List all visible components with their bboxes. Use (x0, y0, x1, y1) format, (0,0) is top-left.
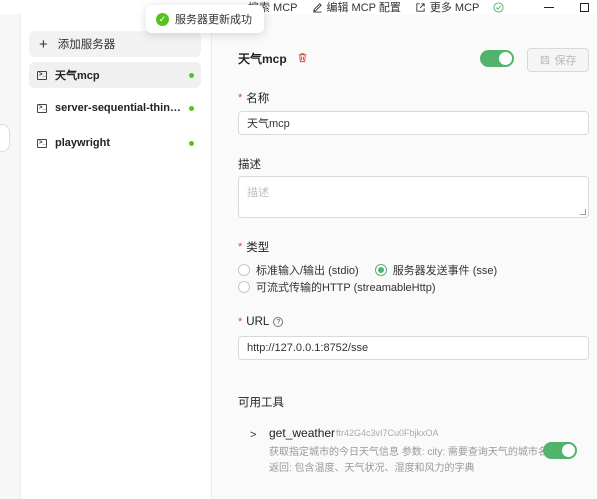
terminal-icon: >_ (37, 103, 47, 113)
tools-label-text: 可用工具 (238, 397, 284, 409)
delete-server-button[interactable] (297, 52, 308, 66)
toolbar-actions: 搜索 MCP 编辑 MCP 配置 更多 MCP (248, 0, 504, 14)
more-mcp-button[interactable]: 更多 MCP (415, 0, 480, 15)
radio-circle (238, 281, 250, 293)
required-mark: * (238, 92, 243, 104)
resize-handle-icon[interactable] (580, 209, 586, 215)
toggle-knob (562, 444, 575, 457)
type-option-label: 标准输入/输出 (stdio) (256, 265, 359, 277)
add-server-label: 添加服务器 (57, 39, 116, 51)
server-item-sequential-thinking[interactable]: >_ server-sequential-thinking (29, 95, 201, 121)
description-textarea[interactable]: 描述 (238, 176, 589, 218)
type-radio-row-2: 可流式传输的HTTP (streamableHttp) (238, 279, 436, 295)
trash-icon (298, 52, 306, 62)
save-button[interactable]: 保存 (527, 48, 589, 72)
toast-message: 服务器更新成功 (175, 14, 252, 26)
success-toast: ✓ 服务器更新成功 (146, 5, 264, 33)
terminal-icon: >_ (37, 138, 47, 148)
tools-section-label: 可用工具 (238, 394, 284, 410)
top-bar: 搜索 MCP 编辑 MCP 配置 更多 MCP (0, 0, 597, 14)
server-item-weather[interactable]: >_ 天气mcp (29, 62, 201, 88)
maximize-icon[interactable] (580, 2, 589, 12)
type-option-sse[interactable]: 服务器发送事件 (sse) (374, 262, 498, 278)
type-option-label: 服务器发送事件 (sse) (392, 265, 498, 277)
external-link-icon (416, 2, 425, 12)
help-icon[interactable]: ? (273, 317, 284, 327)
nav-collapse-handle[interactable] (0, 124, 10, 152)
tool-name: get_weather (269, 426, 336, 440)
chevron-right-icon[interactable]: > (250, 429, 256, 441)
type-option-stdio[interactable]: 标准输入/输出 (stdio) (238, 262, 359, 278)
more-mcp-label: 更多 MCP (429, 2, 480, 14)
tool-id: ftr42G4c3vI7Cu0FbjkxOA (336, 428, 439, 438)
type-option-label: 可流式传输的HTTP (streamableHttp) (256, 282, 436, 294)
radio-circle-selected (374, 264, 387, 276)
description-field-label: 描述 (238, 156, 261, 172)
server-name: server-sequential-thinking (55, 102, 181, 114)
toggle-knob (499, 52, 512, 65)
type-option-streamable-http[interactable]: 可流式传输的HTTP (streamableHttp) (238, 279, 436, 295)
server-item-playwright[interactable]: >_ playwright (29, 130, 201, 156)
edit-config-button[interactable]: 编辑 MCP 配置 (312, 0, 401, 15)
server-status-dot (189, 72, 194, 78)
server-detail-panel: 天气mcp 保存 * 名称 天气mcp 描述 描述 * 类型 标准输入/输出 (… (212, 14, 597, 499)
name-input[interactable]: 天气mcp (238, 111, 589, 135)
detail-header: 天气mcp (238, 50, 308, 67)
edit-config-label: 编辑 MCP 配置 (326, 2, 401, 14)
save-label: 保存 (554, 55, 577, 67)
name-label-text: 名称 (246, 93, 270, 105)
server-name: 天气mcp (55, 70, 100, 82)
server-list-panel: + 添加服务器 >_ 天气mcp >_ server-sequential-th… (21, 14, 212, 499)
tool-description: 获取指定城市的今日天气信息 参数: city: 需要查询天气的城市名称 返回: … (269, 447, 558, 474)
radio-circle (238, 264, 250, 276)
tool-enable-toggle[interactable] (543, 442, 577, 459)
type-radio-row-1: 标准输入/输出 (stdio) 服务器发送事件 (sse) (238, 262, 497, 278)
app-nav-strip (0, 14, 21, 499)
description-label-text: 描述 (238, 159, 261, 171)
status-check-button[interactable] (493, 1, 504, 13)
required-mark: * (238, 316, 243, 328)
type-field-label: * 类型 (238, 239, 269, 255)
save-icon (540, 55, 549, 65)
name-field-label: * 名称 (238, 90, 269, 106)
server-title: 天气mcp (238, 52, 287, 66)
check-circle-icon (493, 1, 504, 13)
server-name: playwright (55, 137, 111, 149)
url-input[interactable]: http://127.0.0.1:8752/sse (238, 336, 589, 360)
description-placeholder: 描述 (247, 187, 269, 199)
window-controls (544, 0, 597, 14)
plus-icon: + (39, 35, 48, 53)
minimize-icon[interactable] (544, 6, 554, 8)
required-mark: * (238, 241, 243, 253)
server-enable-toggle[interactable] (480, 50, 514, 67)
success-check-icon: ✓ (156, 12, 169, 26)
server-status-dot (189, 105, 194, 111)
terminal-icon: >_ (37, 70, 47, 80)
edit-icon (312, 2, 322, 13)
server-status-dot (189, 140, 194, 146)
add-server-button[interactable]: + 添加服务器 (29, 31, 201, 57)
url-label-text: URL (246, 316, 270, 328)
type-label-text: 类型 (246, 242, 270, 254)
url-field-label: * URL ? (238, 316, 284, 328)
